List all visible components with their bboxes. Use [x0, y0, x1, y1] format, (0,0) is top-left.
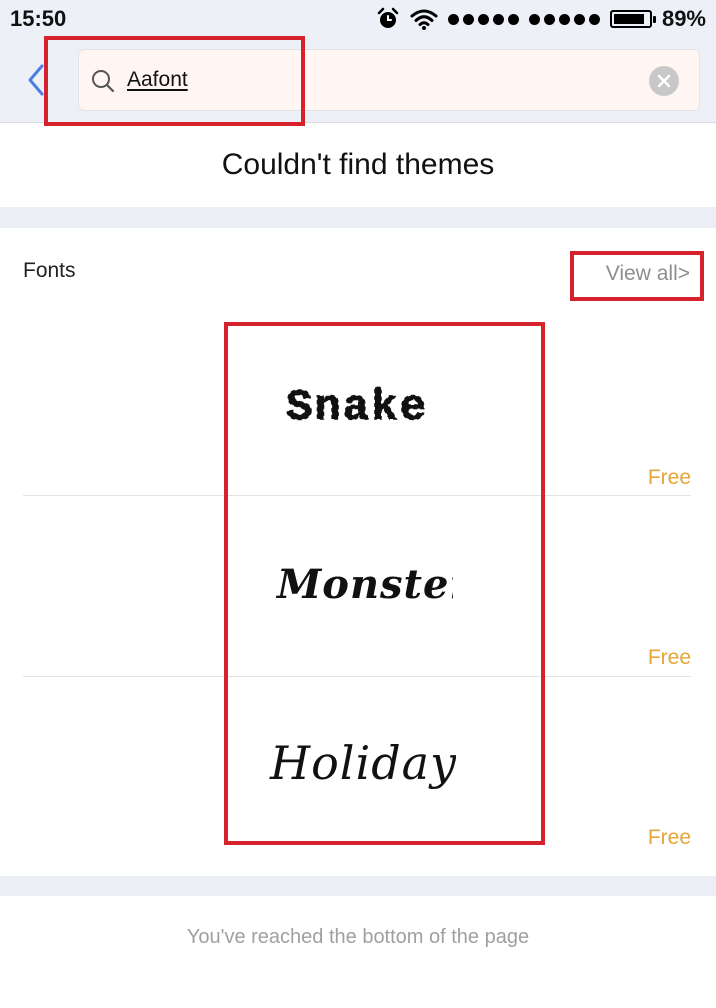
battery-percent: 89% — [661, 6, 706, 31]
section-divider — [0, 876, 716, 896]
chevron-left-icon — [28, 64, 44, 96]
font-item-holiday[interactable]: Holiday Free — [23, 677, 691, 857]
font-name-monster: Monster — [275, 561, 453, 608]
section-divider — [0, 207, 716, 228]
font-name-holiday: Holiday — [269, 736, 456, 790]
font-price-monster: Free — [647, 646, 691, 669]
font-name-snake: Snake — [286, 383, 428, 433]
search-input[interactable]: Aafont — [78, 49, 700, 111]
alarm-clock-icon — [377, 7, 399, 28]
font-preview-snake: Snake — [285, 382, 428, 434]
status-time: 15:50 — [10, 6, 67, 31]
carrier-signal-icon — [528, 13, 600, 25]
battery-icon — [609, 10, 656, 28]
fonts-section-title: Fonts — [23, 259, 76, 282]
font-price-snake: Free — [647, 466, 691, 489]
font-item-snake[interactable]: Snake Free — [23, 315, 691, 495]
battery-level-fill — [613, 14, 645, 24]
search-query-text: Aafont — [127, 68, 188, 91]
view-all-link[interactable]: View all> — [606, 262, 690, 286]
back-button[interactable] — [22, 62, 52, 98]
signal-strength-icon — [447, 13, 519, 25]
search-icon — [92, 70, 115, 93]
font-item-monster[interactable]: Monster Free — [23, 496, 691, 676]
wifi-icon — [410, 9, 438, 30]
font-price-holiday: Free — [647, 826, 691, 849]
close-icon — [657, 74, 671, 88]
font-preview-monster: Monster — [275, 561, 453, 608]
no-themes-message: Couldn't find themes — [221, 148, 495, 181]
clear-search-button[interactable] — [649, 66, 679, 96]
search-header: Aafont — [0, 38, 716, 123]
status-bar: 15:50 89% — [0, 0, 716, 38]
end-of-page-message: You've reached the bottom of the page — [186, 926, 530, 948]
font-preview-holiday: Holiday — [269, 736, 456, 790]
status-right-group: 89% — [376, 6, 706, 32]
